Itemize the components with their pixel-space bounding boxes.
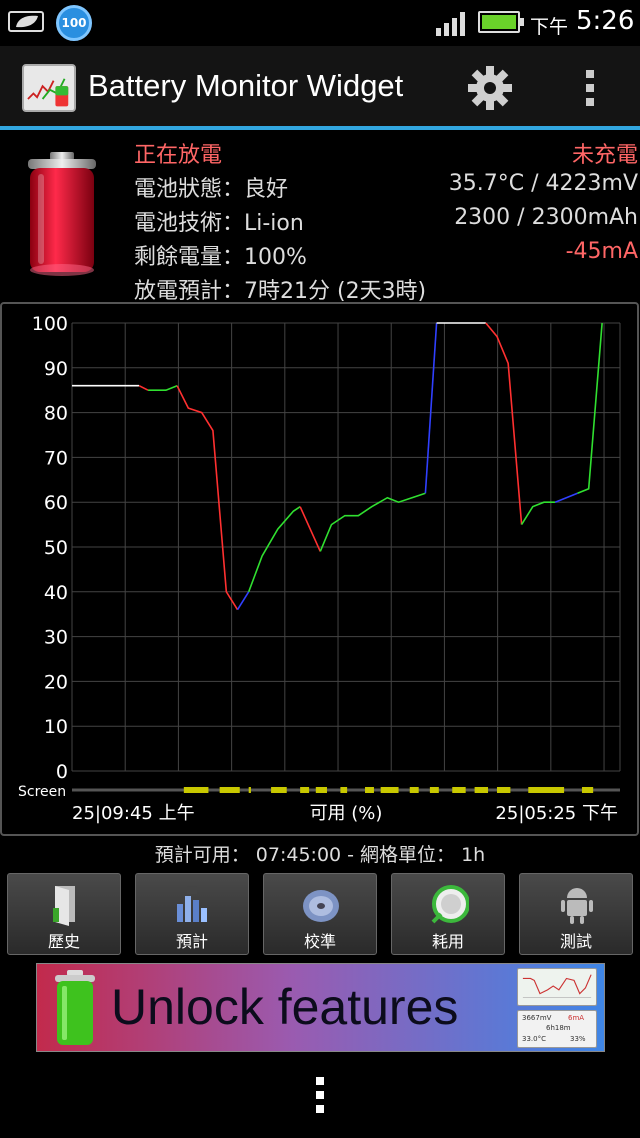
usage-button[interactable]: 耗用 [391,873,505,955]
screen-on-bar [271,787,287,793]
calibrate-button[interactable]: 校準 [263,873,377,955]
forecast-label: 預計 [175,932,208,951]
thumb-temp: 33.0°C [522,1035,546,1043]
usage-label: 耗用 [431,932,464,951]
battery-graphic-icon [28,152,96,276]
series-line-segment [485,322,523,525]
screen-label: Screen [18,784,66,800]
y-tick-label: 0 [56,761,68,783]
y-tick-label: 30 [44,627,68,649]
thumb-current: 6mA [568,1014,585,1022]
y-tick-label: 20 [44,671,68,693]
calibrate-label: 校準 [303,932,336,951]
banner-text: Unlock features [111,979,459,1035]
charge-state: 未充電 [571,143,638,168]
series-line-segment [138,385,149,391]
series-line-segment [236,591,250,611]
mini-widget-thumbnail: 3667mV 6mA 6h18m 33.0°C 33% [517,1010,597,1048]
thumb-voltage: 3667mV [522,1014,552,1022]
series-line-segment [424,322,438,494]
test-button[interactable]: 測試 [519,873,633,955]
screen-on-bar [496,787,511,793]
android-robot-icon [561,888,593,924]
battery-health: 電池狀態：良好 [134,177,289,202]
usage-globe-icon [431,885,469,924]
x-axis-title: 可用 (%) [310,803,383,824]
battery-history-chart[interactable]: 100 90 80 70 60 50 40 30 20 10 0 Screen 25|09:45 上午可… [0,302,639,836]
bottom-overflow-menu-icon[interactable] [313,1077,327,1115]
screen-on-bar [340,787,348,793]
screen-on-bar [380,787,399,793]
battery-level: 剩餘電量：100% [134,245,307,270]
app-bar: Battery Monitor Widget [0,46,640,130]
history-button[interactable]: 歷史 [7,873,121,955]
screen-on-bar [315,787,327,793]
series-line-segment [176,385,239,611]
battery-leaf-icon [8,11,44,32]
screen-on-bar [183,787,209,793]
mini-chart-thumbnail [517,968,597,1006]
status-bar: 100 下午 5:26 [0,0,640,46]
series-line-segment [247,506,301,593]
calibrate-disc-icon [303,890,339,922]
screen-on-bar [528,787,565,793]
app-title: Battery Monitor Widget [88,68,404,103]
clock-time: 5:26 [576,6,635,36]
signal-icon [436,12,465,36]
screen-on-bar [248,787,251,793]
grid-estimate-line: 預計可用： 07:45:00 - 網格單位： 1h [154,844,486,866]
screen-on-bar [300,787,310,793]
test-label: 測試 [559,932,592,951]
series-line-segment [299,506,322,552]
series-line-segment [577,322,603,494]
battery-status-icon [478,11,524,33]
forecast-button[interactable]: 預計 [135,873,249,955]
screen-on-bar [409,787,419,793]
discharge-estimate: 放電預計：7時21分 (2天3時) [134,279,427,304]
y-tick-label: 90 [44,358,68,380]
series-line-segment [148,384,178,391]
thumb-time: 6h18m [546,1024,571,1032]
clock-ampm: 下午 [530,16,569,38]
green-battery-icon [55,970,95,1045]
chart-canvas: 1009080706050403020100Screen25|09:45 上午可… [18,313,621,824]
series-line-segment [554,492,578,503]
unlock-features-banner[interactable]: Unlock features 3667mV 6mA 6h18m 33.0°C … [36,963,605,1052]
app-logo-icon[interactable] [22,64,76,112]
forecast-chart-icon [177,886,207,922]
y-tick-label: 10 [44,716,68,738]
y-tick-label: 60 [44,492,68,514]
screen-on-bar [219,787,240,793]
screen-on-bar [581,787,594,793]
thumb-level: 33% [570,1035,586,1043]
battery-current: -45mA [565,239,638,264]
gear-icon[interactable] [466,64,514,112]
overflow-menu-icon[interactable] [578,66,602,110]
battery-technology: 電池技術：Li-ion [134,211,304,236]
discharge-state: 正在放電 [134,143,223,168]
screen-on-bar [365,787,374,793]
temp-voltage: 35.7°C / 4223mV [448,171,638,196]
screen-on-bar [429,787,439,793]
y-tick-label: 50 [44,537,68,559]
battery-capacity: 2300 / 2300mAh [454,205,638,230]
y-tick-label: 80 [44,403,68,425]
y-tick-label: 40 [44,582,68,604]
history-label: 歷史 [47,932,80,951]
y-tick-label: 70 [44,447,68,469]
series-line-segment [520,501,556,526]
battery-level-badge: 100 [56,5,92,41]
x-end-label: 25|05:25 下午 [495,803,618,824]
history-door-icon [53,886,75,926]
y-tick-label: 100 [32,313,68,335]
screen-on-bar [452,787,466,793]
battery-badge-text: 100 [61,16,87,30]
x-start-label: 25|09:45 上午 [72,803,195,824]
screen-on-bar [474,787,489,793]
